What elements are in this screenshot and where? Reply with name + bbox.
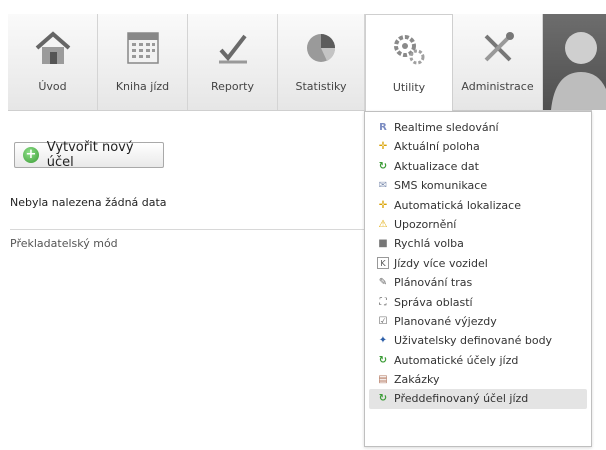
tab-label: Reporty (211, 80, 254, 93)
menu-item-data-update[interactable]: ↻ Aktualizace dat (365, 157, 591, 176)
menu-item-multi-vehicle[interactable]: K Jízdy více vozidel (365, 254, 591, 273)
empty-message: Nebyla nalezena žádná data (10, 196, 167, 209)
menu-item-label: Planované výjezdy (394, 314, 497, 328)
top-navigation: Úvod Kniha jízd Reporty Statistiky Utili… (0, 14, 606, 111)
area-icon: ⛶ (379, 296, 387, 308)
refresh-icon: ↻ (378, 160, 388, 172)
menu-item-user-points[interactable]: ✦ Uživatelsky definované body (365, 331, 591, 350)
menu-item-label: Uživatelsky definované body (394, 334, 553, 348)
location-icon: ✛ (378, 141, 388, 153)
square-icon: ■ (378, 238, 388, 250)
menu-item-orders[interactable]: ▤ Zakázky (365, 370, 591, 389)
create-purpose-button[interactable]: + Vytvořit nový účel (14, 140, 164, 170)
menu-item-area-management[interactable]: ⛶ Správa oblastí (365, 293, 591, 312)
envelope-icon: ✉ (378, 180, 388, 192)
tab-kniha-jizd[interactable]: Kniha jízd (98, 14, 188, 110)
warning-icon: ⚠ (378, 218, 388, 230)
menu-item-sms[interactable]: ✉ SMS komunikace (365, 176, 591, 195)
menu-item-planned-departures[interactable]: ☑ Planované výjezdy (365, 312, 591, 331)
menu-item-label: Automatické účely jízd (394, 353, 519, 367)
menu-item-label: Správa oblastí (394, 295, 473, 309)
tab-label: Úvod (38, 80, 67, 93)
menu-item-realtime[interactable]: R Realtime sledování (365, 118, 591, 137)
user-avatar[interactable] (543, 14, 606, 110)
location-icon: ✛ (378, 199, 388, 211)
menu-item-auto-purposes[interactable]: ↻ Automatické účely jízd (365, 351, 591, 370)
user-avatar-icon (551, 32, 606, 110)
translator-mode-link[interactable]: Překladatelský mód (10, 237, 118, 250)
gears-icon (394, 35, 425, 65)
create-button-label: Vytvořit nový účel (46, 140, 134, 170)
pencil-check-icon (218, 34, 247, 64)
pin-icon: ✦ (378, 335, 388, 347)
route-icon: ✎ (378, 277, 388, 289)
tab-label: Administrace (461, 80, 534, 93)
tab-label: Utility (392, 81, 426, 94)
multi-vehicle-icon: K (377, 257, 389, 270)
tab-utility[interactable]: Utility (365, 14, 453, 111)
tools-icon (484, 32, 514, 62)
menu-item-label: Rychlá volba (394, 237, 464, 251)
refresh-icon: ↻ (378, 393, 388, 405)
menu-item-label: Plánování tras (394, 276, 473, 290)
tab-uvod[interactable]: Úvod (8, 14, 98, 110)
menu-item-quick-select[interactable]: ■ Rychlá volba (365, 234, 591, 253)
menu-item-warnings[interactable]: ⚠ Upozornění (365, 215, 591, 234)
menu-item-label: Zakázky (394, 373, 440, 387)
menu-item-current-position[interactable]: ✛ Aktuální poloha (365, 137, 591, 156)
menu-item-label: Realtime sledování (394, 121, 499, 134)
house-icon (35, 31, 70, 64)
tab-statistiky[interactable]: Statistiky (278, 14, 365, 110)
calendar-icon (126, 32, 159, 64)
refresh-icon: ↻ (378, 354, 388, 366)
pie-chart-icon (307, 34, 336, 62)
tab-reporty[interactable]: Reporty (188, 14, 278, 110)
realtime-icon: R (379, 121, 387, 133)
tab-administrace[interactable]: Administrace (453, 14, 543, 110)
nav-bar: Úvod Kniha jízd Reporty Statistiky Utili… (8, 14, 592, 111)
menu-item-predefined-purpose[interactable]: ↻ Předdefinovaný účel jízd (369, 389, 587, 409)
tab-label: Statistiky (295, 80, 347, 93)
menu-item-label: Aktuální poloha (394, 140, 480, 154)
menu-item-label: Automatická lokalizace (394, 198, 521, 212)
menu-item-label: Upozornění (394, 217, 457, 231)
plus-icon: + (23, 147, 39, 163)
menu-item-label: Předdefinovaný účel jízd (394, 392, 529, 406)
document-icon: ▤ (378, 374, 388, 386)
menu-item-auto-localization[interactable]: ✛ Automatická lokalizace (365, 196, 591, 215)
menu-item-label: Aktualizace dat (394, 159, 479, 173)
utility-dropdown-menu: R Realtime sledování ✛ Aktuální poloha ↻ Ak… (364, 111, 592, 447)
divider (10, 229, 366, 230)
tab-label: Kniha jízd (115, 80, 170, 93)
menu-item-route-planning[interactable]: ✎ Plánování tras (365, 273, 591, 292)
menu-item-label: Jízdy více vozidel (394, 256, 488, 270)
menu-item-label: SMS komunikace (394, 179, 488, 193)
checkbox-icon: ☑ (378, 315, 388, 327)
